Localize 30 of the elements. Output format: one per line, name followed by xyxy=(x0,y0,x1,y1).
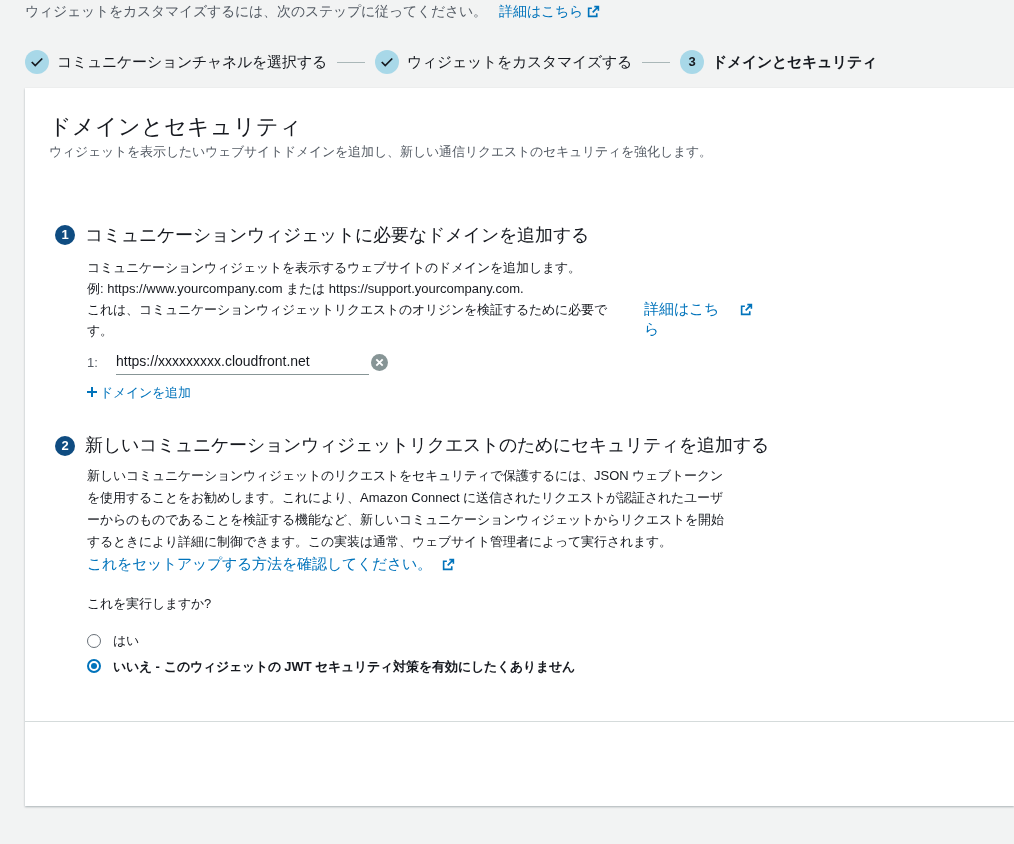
option-label: はい xyxy=(113,632,139,650)
learn-more-link[interactable]: 詳細はこちら xyxy=(644,298,724,339)
step-label: ウィジェットをカスタマイズする xyxy=(407,51,632,72)
external-link-icon xyxy=(740,302,753,316)
setup-link[interactable]: これをセットアップする方法を確認してください。 xyxy=(87,553,432,576)
learn-more-link[interactable]: 詳細はこちら xyxy=(499,0,583,22)
radio-button[interactable] xyxy=(87,659,101,674)
add-domain-button[interactable]: ドメインを追加 xyxy=(87,382,191,402)
domain-index: 1: xyxy=(87,353,99,372)
section-number: 1 xyxy=(55,225,75,245)
question-text: これを実行しますか? xyxy=(87,594,213,613)
section-title: コミュニケーションウィジェットに必要なドメインを追加する xyxy=(85,223,589,247)
step-label: ドメインとセキュリティ xyxy=(712,51,877,72)
section-number: 2 xyxy=(55,435,75,456)
domain-input[interactable]: https://xxxxxxxxx.cloudfront.net xyxy=(116,350,369,375)
step-label: コミュニケーションチャネルを選択する xyxy=(57,51,327,72)
description-text: 新しいコミュニケーションウィジェットのリクエストをセキュリティで保護するには、JSON ウェブトークンを使用することをお勧めします。これにより、Amazon Connect に送信されたリクエストが認証されたユーザーからのものであることを検証する機能など、新しいコミュニケーションウィジェットからリクエストを開始するときにより詳細に制御できます。この実装は通常、ウェブサイト管理者によって実行されます。 xyxy=(87,467,725,551)
plus-icon xyxy=(87,387,97,398)
card-subtitle: ウィジェットを表示したいウェブサイトドメインを追加し、新しい通信リクエストのセキュリティを強化します。 xyxy=(49,143,713,161)
clear-icon[interactable] xyxy=(371,354,388,371)
section-title: 新しいコミュニケーションウィジェットリクエストのためにセキュリティを追加する xyxy=(85,434,769,457)
external-link-icon xyxy=(587,4,600,18)
description-text: コミュニケーションウィジェットを表示するウェブサイトのドメインを追加します。 xyxy=(87,258,582,277)
external-link-icon xyxy=(442,557,455,571)
description-text: これは、コミュニケーションウィジェットリクエストのオリジンを検証するために必要です。 xyxy=(87,300,608,340)
description-text: 例: https://www.yourcompany.com または https://support.yourcompany.com. xyxy=(87,279,525,298)
intro-text: ウィジェットをカスタマイズするには、次のステップに従ってください。 xyxy=(25,1,487,21)
card-title: ドメインとセキュリティ xyxy=(49,113,303,141)
option-label: いいえ - このウィジェットの JWT セキュリティ対策を有効にしたくありません xyxy=(113,657,576,676)
step-number: 3 xyxy=(680,50,704,74)
